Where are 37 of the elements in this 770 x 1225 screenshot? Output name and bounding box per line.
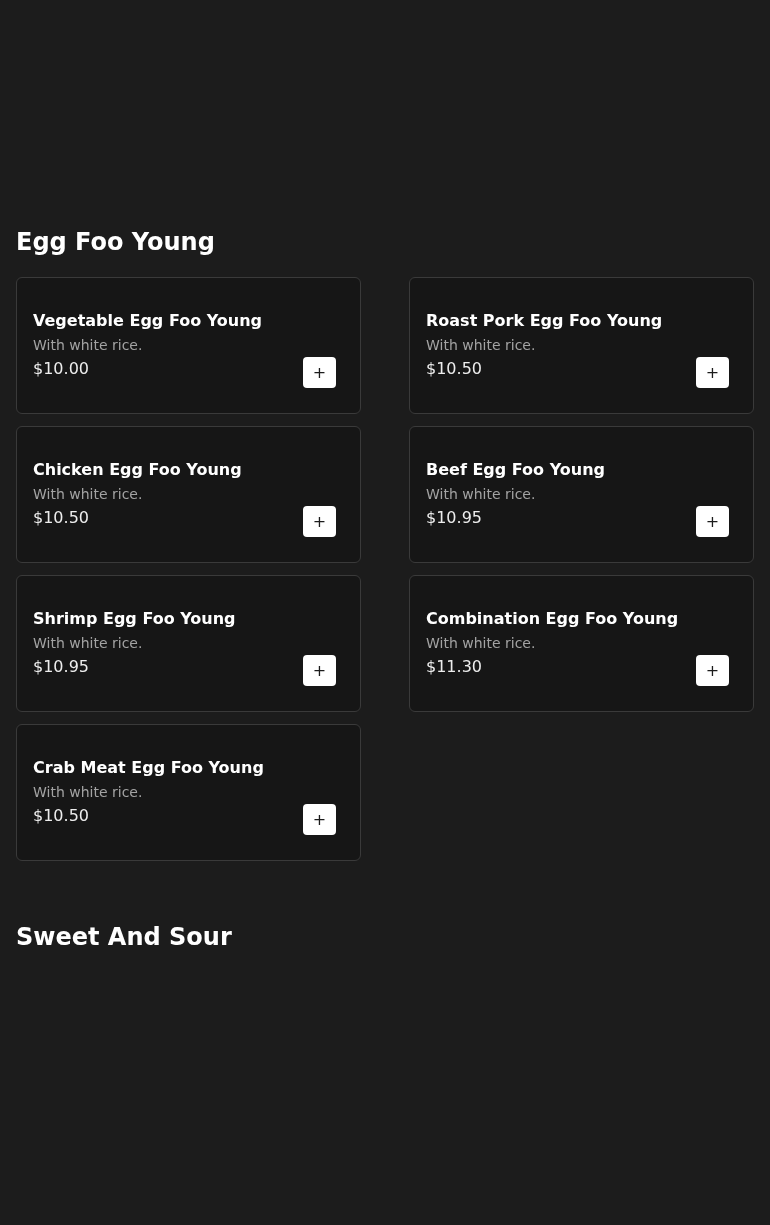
item-price: $10.50 <box>33 507 90 529</box>
section-heading: Egg Foo Young <box>16 227 216 258</box>
add-button[interactable]: + <box>303 655 336 686</box>
item-price: $11.30 <box>426 656 483 678</box>
add-button[interactable]: + <box>303 506 336 537</box>
add-button[interactable]: + <box>696 357 729 388</box>
item-price: $10.95 <box>33 656 90 678</box>
menu-item-card[interactable]: Vegetable Egg Foo Young With white rice. $10.00 + <box>16 277 361 414</box>
item-price: $10.95 <box>426 507 483 529</box>
item-description: With white rice. <box>426 634 537 653</box>
item-description: With white rice. <box>33 336 144 355</box>
menu-item-card[interactable]: Chicken Egg Foo Young With white rice. $10.50 + <box>16 426 361 563</box>
add-button[interactable]: + <box>303 357 336 388</box>
item-price: $10.50 <box>33 805 90 827</box>
menu-item-card[interactable]: Roast Pork Egg Foo Young With white rice. $10.50 + <box>409 277 754 414</box>
item-description: With white rice. <box>426 336 537 355</box>
menu-item-card[interactable]: Combination Egg Foo Young With white rice. $11.30 + <box>409 575 754 712</box>
item-name: Vegetable Egg Foo Young <box>33 310 263 332</box>
menu-item-card[interactable]: Crab Meat Egg Foo Young With white rice. $10.50 + <box>16 724 361 861</box>
item-name: Crab Meat Egg Foo Young <box>33 757 264 779</box>
add-button[interactable]: + <box>696 506 729 537</box>
add-button[interactable]: + <box>303 804 336 835</box>
item-description: With white rice. <box>33 485 144 504</box>
item-name: Chicken Egg Foo Young <box>33 459 242 481</box>
menu-item-card[interactable]: Beef Egg Foo Young With white rice. $10.95 + <box>409 426 754 563</box>
menu-item-card[interactable]: Shrimp Egg Foo Young With white rice. $10.95 + <box>16 575 361 712</box>
item-price: $10.00 <box>33 358 90 380</box>
section-heading: Sweet And Sour <box>16 922 233 953</box>
item-name: Beef Egg Foo Young <box>426 459 605 481</box>
item-name: Shrimp Egg Foo Young <box>33 608 236 630</box>
item-name: Roast Pork Egg Foo Young <box>426 310 663 332</box>
item-price: $10.50 <box>426 358 483 380</box>
item-name: Combination Egg Foo Young <box>426 608 679 630</box>
item-description: With white rice. <box>33 634 144 653</box>
add-button[interactable]: + <box>696 655 729 686</box>
item-description: With white rice. <box>426 485 537 504</box>
item-description: With white rice. <box>33 783 144 802</box>
